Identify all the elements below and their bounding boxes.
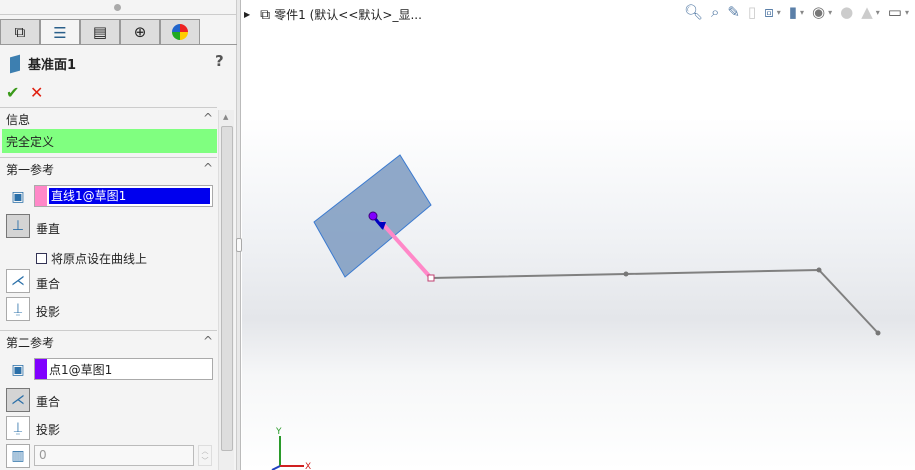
feature-title: 基准面1 xyxy=(10,54,76,73)
coincident-icon: ⋌ xyxy=(11,273,25,289)
cancel-button[interactable]: ✕ xyxy=(30,83,43,102)
model-graphics: Y X xyxy=(271,154,881,470)
ok-button[interactable]: ✔ xyxy=(6,83,19,102)
color-swatch xyxy=(35,359,47,379)
second-reference-field[interactable]: 点1@草图1 xyxy=(34,358,213,380)
second-reference-title: 第二参考 xyxy=(6,336,55,350)
first-reference-value: 直线1@草图1 xyxy=(49,188,210,204)
plane-icon xyxy=(10,54,20,73)
sketch-lines[interactable] xyxy=(430,268,879,334)
graphics-viewport[interactable]: ▶ ⧉ 零件1 (默认<<默认>_显... 🔍︎ ⌕ ✎ ▯ ⧈ ▾ ▮ ▾ ◉ ▾ ● … xyxy=(242,0,915,470)
coincident-label-2: 重合 xyxy=(36,395,61,409)
project-label-2: 投影 xyxy=(36,423,61,437)
title-text: 基准面1 xyxy=(28,58,77,73)
sketch-point[interactable] xyxy=(816,267,822,273)
coincident-button[interactable]: ⋌ xyxy=(6,269,30,293)
property-manager-panel: ⧉ ☰ ▤ ⊕ 基准面1 ? ✔ ✕ 信息 ^ 完全定义 第一参考 ^ ▣ 直线1@… xyxy=(0,0,237,470)
tab-configuration-manager[interactable]: ▤ xyxy=(80,19,120,45)
second-reference-header[interactable]: 第二参考 ^ xyxy=(6,334,216,351)
coincident-label: 重合 xyxy=(36,277,61,291)
help-button[interactable]: ? xyxy=(215,52,224,70)
display-ball-icon xyxy=(172,24,188,40)
selected-point[interactable] xyxy=(368,211,378,221)
panel-grip[interactable] xyxy=(114,4,121,11)
y-axis-label: Y xyxy=(275,427,282,437)
first-reference-title: 第一参考 xyxy=(6,163,55,177)
collapse-icon: ^ xyxy=(202,111,213,125)
info-section-header[interactable]: 信息 ^ xyxy=(6,111,216,128)
tab-display-manager[interactable] xyxy=(160,19,200,45)
sketch-point[interactable] xyxy=(875,330,881,336)
project-button-2[interactable]: ⍊ xyxy=(6,416,30,440)
configuration-icon: ▤ xyxy=(92,23,108,41)
perpendicular-icon: ⊥ xyxy=(11,218,25,234)
origin-on-curve-checkbox[interactable]: 将原点设在曲线上 xyxy=(36,250,147,267)
color-swatch xyxy=(35,186,47,206)
plane-count-icon: ▥ xyxy=(6,444,30,468)
manager-tabs: ⧉ ☰ ▤ ⊕ xyxy=(0,19,200,45)
x-axis-label: X xyxy=(305,462,311,470)
checkbox-label: 将原点设在曲线上 xyxy=(51,252,148,266)
checkbox-box xyxy=(36,253,47,264)
first-reference-field[interactable]: 直线1@草图1 xyxy=(34,185,213,207)
instance-count-input[interactable]: 0 xyxy=(34,445,194,466)
sketch-point[interactable] xyxy=(623,271,629,277)
collapse-icon: ^ xyxy=(202,334,213,348)
perpendicular-button[interactable]: ⊥ xyxy=(6,214,30,238)
first-reference-header[interactable]: 第一参考 ^ xyxy=(6,161,216,178)
selected-line[interactable] xyxy=(379,220,433,280)
project-icon: ⍊ xyxy=(13,301,23,317)
perpendicular-label: 垂直 xyxy=(36,222,61,236)
scrollbar-thumb[interactable] xyxy=(221,126,233,451)
part-icon: ⧉ xyxy=(14,23,26,41)
tab-feature-manager[interactable]: ⧉ xyxy=(0,19,40,45)
coincident-icon: ⋌ xyxy=(11,392,25,408)
status-message: 完全定义 xyxy=(2,129,217,153)
project-icon: ⍊ xyxy=(13,420,23,436)
project-label: 投影 xyxy=(36,305,61,319)
reference-entity-icon: ▣ xyxy=(11,189,25,205)
axis-triad: Y X xyxy=(271,427,311,470)
info-header: 信息 xyxy=(6,113,31,127)
panel-scrollbar[interactable]: ▲ xyxy=(218,110,234,470)
second-reference-value: 点1@草图1 xyxy=(49,362,113,377)
tab-dimxpert-manager[interactable]: ⊕ xyxy=(120,19,160,45)
panel-splitter[interactable] xyxy=(236,0,242,470)
reference-entity-icon: ▣ xyxy=(11,362,25,378)
tab-property-manager[interactable]: ☰ xyxy=(40,19,80,45)
crosshair-icon: ⊕ xyxy=(133,23,147,41)
line-endpoint[interactable] xyxy=(427,274,435,282)
coincident-button-2[interactable]: ⋌ xyxy=(6,388,30,412)
instance-count-spinner[interactable]: ︿ ﹀ xyxy=(198,445,212,466)
property-list-icon: ☰ xyxy=(53,23,67,42)
project-button[interactable]: ⍊ xyxy=(6,297,30,321)
collapse-icon: ^ xyxy=(202,161,213,175)
